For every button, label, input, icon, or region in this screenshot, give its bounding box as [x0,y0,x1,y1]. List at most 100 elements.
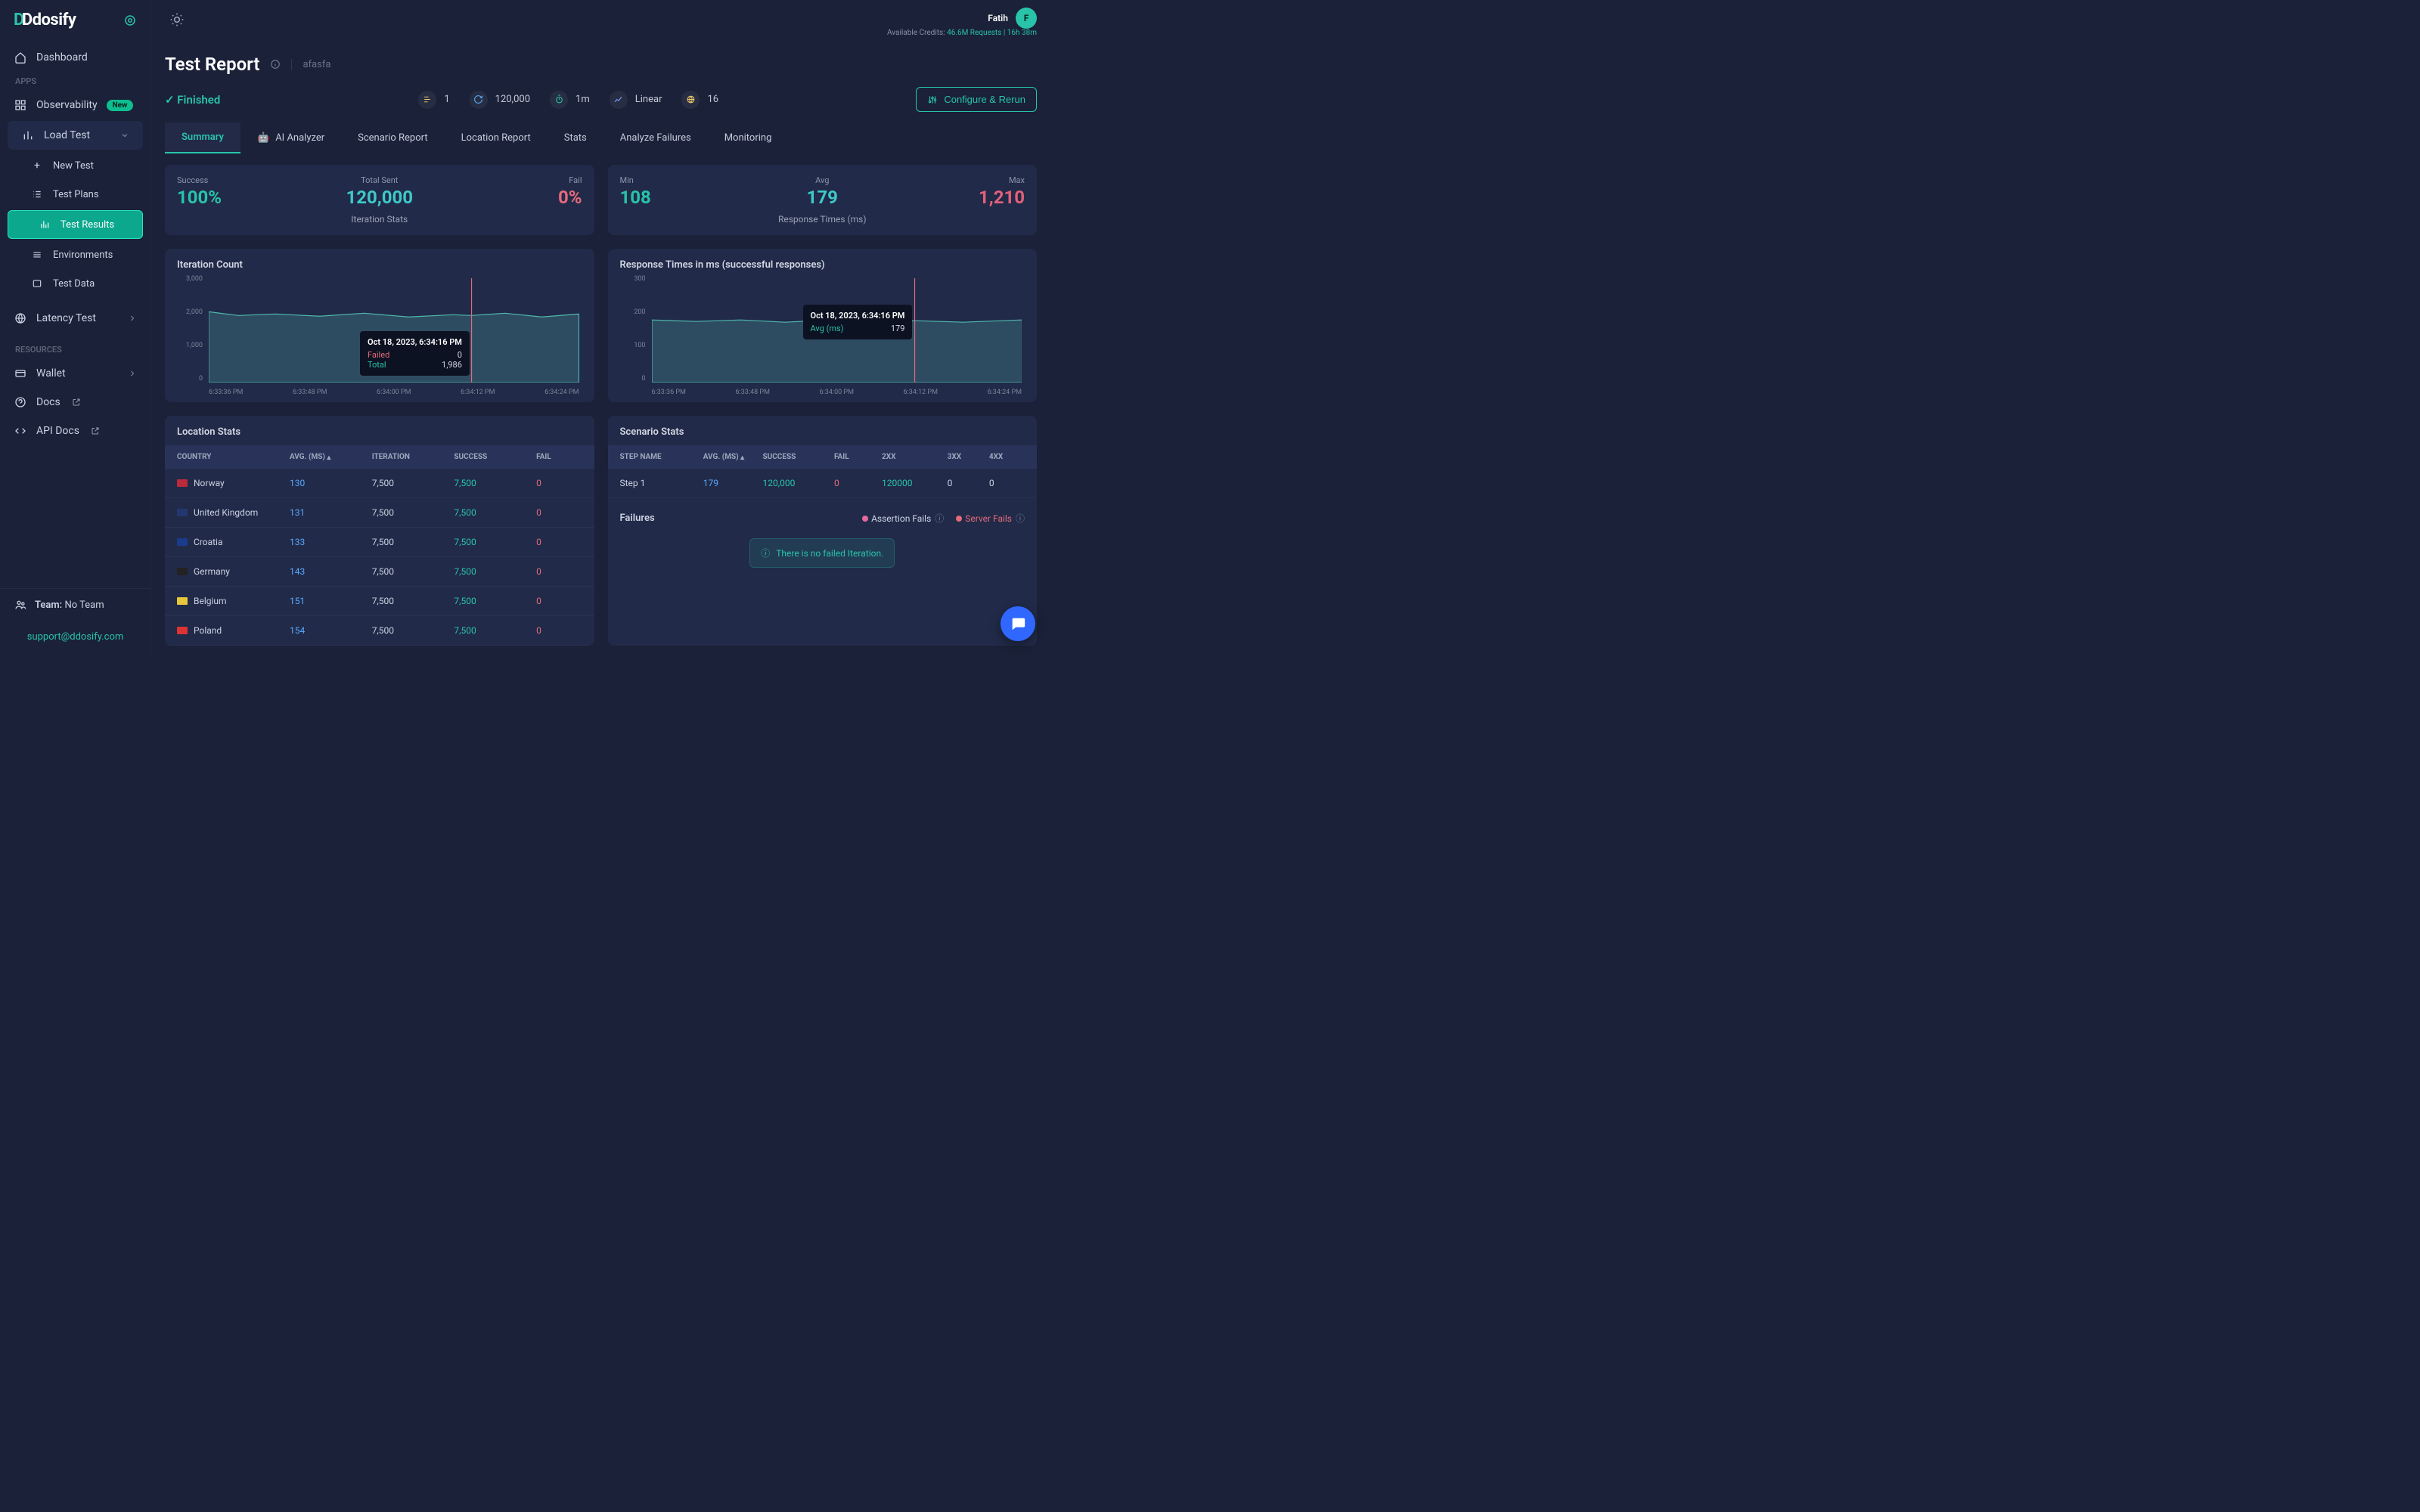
value-success: 100% [177,187,312,208]
flag-icon [177,568,188,575]
sort-asc-icon: ▴ [740,454,744,462]
chart2-plot[interactable] [652,278,1022,383]
chevron-right-icon [128,314,137,323]
flag-icon [177,538,188,546]
nav-wallet[interactable]: Wallet [0,359,150,388]
table-row[interactable]: United Kingdom1317,5007,5000 [165,498,594,528]
nav-api-docs[interactable]: API Docs [0,417,150,445]
nav-test-data[interactable]: Test Data [0,269,150,298]
cell-avg: 131 [290,507,366,518]
th-step[interactable]: STEP NAME [620,453,697,461]
nav-test-results-label: Test Results [60,219,114,231]
cell-avg: 151 [290,596,366,606]
cell-avg: 130 [290,478,366,488]
label-success: Success [177,175,312,185]
nav-environments[interactable]: Environments [0,240,150,269]
nav-test-results[interactable]: Test Results [8,210,143,239]
target-icon[interactable] [123,14,137,27]
credits-text: Available Credits: 46.6M Requests | 16h … [887,29,1037,37]
nav-observability[interactable]: Observability New [0,91,150,119]
flag-icon [177,479,188,487]
table-row[interactable]: Norway1307,5007,5000 [165,469,594,498]
label-fail: Fail [447,175,582,185]
nav-dashboard-label: Dashboard [36,51,88,64]
label-max: Max [890,175,1025,185]
meta-steps: 1 [418,91,449,109]
nav-new-test[interactable]: + New Test [0,151,150,180]
sort-asc-icon: ▴ [327,454,330,462]
cell-step: Step 1 [620,478,697,488]
cell-iteration: 7,500 [372,625,448,636]
globe-icon [14,311,27,325]
nav-dashboard[interactable]: Dashboard [0,43,150,72]
tab-monitoring[interactable]: Monitoring [708,122,789,153]
nav-environments-label: Environments [53,249,113,261]
plus-icon: + [30,159,44,172]
country-name: Poland [194,625,222,636]
sun-icon [169,12,185,27]
cell-iteration: 7,500 [372,478,448,488]
card-iteration-stats: Success100% Total Sent120,000 Fail0% Ite… [165,165,594,235]
th-2xx[interactable]: 2XX [882,453,942,461]
cell-avg: 133 [290,537,366,547]
tab-summary[interactable]: Summary [165,122,240,153]
chat-fab[interactable] [1001,606,1035,641]
chart-iteration-count: Iteration Count 3,0002,0001,0000 Oct 18,… [165,249,594,402]
table-row[interactable]: Poland1547,5007,5000 [165,616,594,646]
team-selector[interactable]: Team: No Team [0,588,150,621]
table-row[interactable]: Step 1179120,000012000000 [608,469,1038,498]
robot-icon: 🤖 [257,132,269,144]
th-avg-ms[interactable]: AVG. (MS) ▴ [703,453,757,461]
cell-iteration: 7,500 [372,537,448,547]
th-avg[interactable]: AVG. (MS) ▴ [290,453,366,461]
cell-avg: 179 [703,478,757,488]
theme-toggle[interactable] [165,8,189,32]
chart1-plot[interactable] [209,278,579,383]
table-row[interactable]: Belgium1517,5007,5000 [165,587,594,616]
nav-observability-label: Observability [36,99,98,111]
nav-latency-test[interactable]: Latency Test [0,304,150,333]
meta-duration: 1m [550,91,590,109]
team-value: No Team [64,600,104,611]
page-title: Test Report [165,54,259,75]
th-fail2[interactable]: FAIL [834,453,876,461]
table-row[interactable]: Germany1437,5007,5000 [165,557,594,587]
nav-docs-label: Docs [36,396,60,408]
failures-legend: Assertion Fails ⓘ Server Fails ⓘ [862,512,1025,525]
external-link-icon [88,424,102,438]
tab-location-report[interactable]: Location Report [445,122,548,153]
meta-pattern: Linear [610,91,662,109]
help-icon [14,395,27,409]
info-icon[interactable]: ⓘ [1016,513,1025,524]
nav-docs[interactable]: Docs [0,388,150,417]
th-success2[interactable]: SUCCESS [762,453,827,461]
tab-scenario-report[interactable]: Scenario Report [341,122,444,153]
brand-logo[interactable]: DDdosify [14,11,76,29]
flag-icon [177,597,188,605]
th-country[interactable]: COUNTRY [177,453,284,461]
cell-fail: 0 [536,478,582,488]
info-icon[interactable] [270,59,281,70]
nav-test-plans[interactable]: Test Plans [0,180,150,209]
th-iteration[interactable]: ITERATION [372,453,448,461]
nav-load-test[interactable]: Load Test [8,121,143,150]
configure-rerun-button[interactable]: Configure & Rerun [916,87,1037,112]
th-4xx[interactable]: 4XX [989,453,1025,461]
cell-fail: 0 [834,478,876,488]
table-row[interactable]: Croatia1337,5007,5000 [165,528,594,557]
cell-success: 7,500 [454,507,530,518]
th-3xx[interactable]: 3XX [948,453,983,461]
failures-title: Failures [620,513,655,524]
checklist-icon [30,187,44,201]
country-name: Croatia [194,537,223,547]
tab-ai-analyzer[interactable]: 🤖AI Analyzer [240,122,341,153]
avatar[interactable]: F [1016,8,1037,29]
tab-analyze-failures[interactable]: Analyze Failures [603,122,708,153]
support-link[interactable]: support@ddosify.com [0,621,150,656]
th-success[interactable]: SUCCESS [454,453,530,461]
nav-latency-test-label: Latency Test [36,312,96,324]
info-icon[interactable]: ⓘ [935,513,944,524]
flag-icon [177,509,188,516]
tab-stats[interactable]: Stats [548,122,603,153]
th-fail[interactable]: FAIL [536,453,582,461]
